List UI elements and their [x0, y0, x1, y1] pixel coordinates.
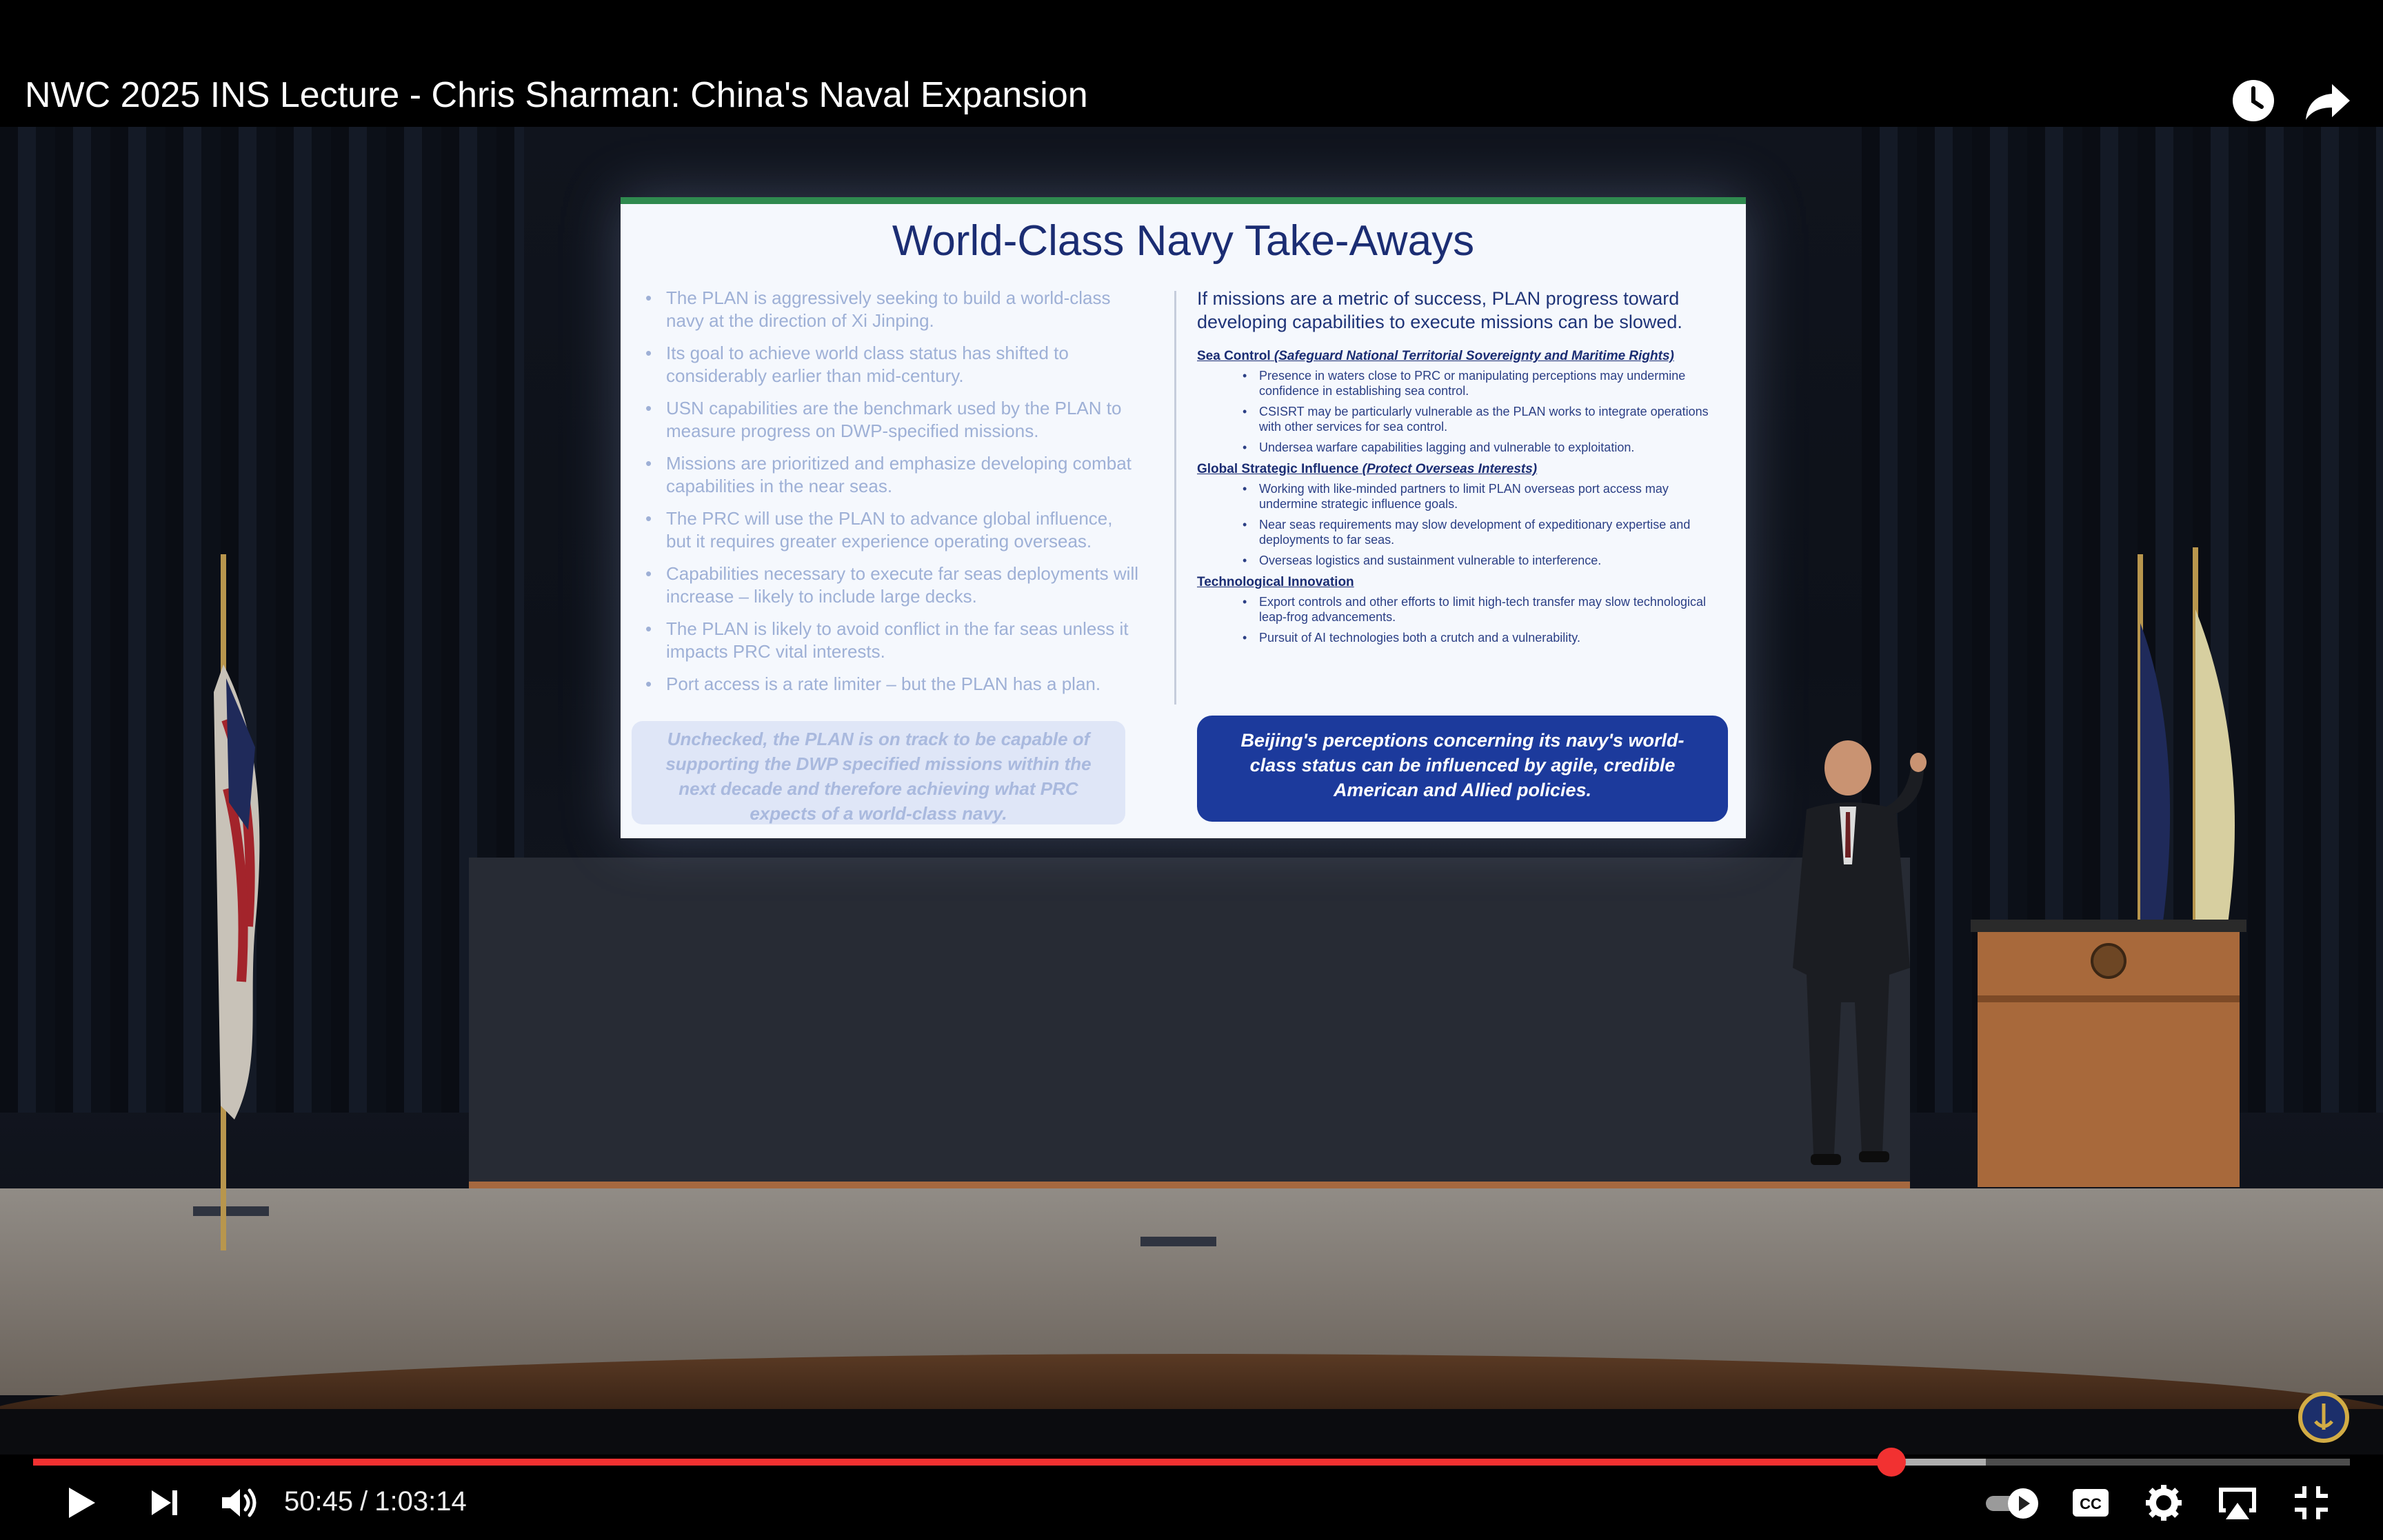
us-flag-icon [214, 554, 260, 1250]
list-item: Its goal to achieve world class status h… [643, 342, 1139, 387]
list-item: The PLAN is aggressively seeking to buil… [643, 287, 1139, 332]
slide-left-column: The PLAN is aggressively seeking to buil… [643, 287, 1139, 705]
duration: 1:03:14 [374, 1486, 467, 1517]
skip-next-icon [152, 1490, 177, 1515]
slide-right-callout: Beijing's perceptions concerning its nav… [1197, 716, 1728, 822]
share-arrow-icon [2306, 84, 2350, 120]
list-item: Capabilities necessary to execute far se… [643, 563, 1139, 608]
list-item: USN capabilities are the benchmark used … [643, 397, 1139, 443]
gear-icon [2146, 1485, 2182, 1521]
clock-icon [2233, 80, 2274, 121]
progress-bar[interactable] [33, 1448, 2350, 1477]
current-time: 50:45 [284, 1486, 354, 1517]
stage-marker [1140, 1237, 1216, 1246]
slide-title: World-Class Navy Take-Aways [892, 217, 1475, 265]
list-item: Working with like-minded partners to lim… [1197, 481, 1728, 511]
autoplay-toggle[interactable] [1982, 1481, 2044, 1525]
list-item: The PRC will use the PLAN to advance glo… [643, 507, 1139, 553]
presentation-slide: World-Class Navy Take-Aways The PLAN is … [621, 197, 1746, 838]
closed-captions-icon: CC [2073, 1489, 2109, 1517]
time-separator: / [360, 1486, 368, 1517]
autoplay-toggle-icon [1986, 1488, 2038, 1519]
progress-scrubber[interactable] [1876, 1448, 1906, 1477]
orchestra-pit [0, 1409, 2383, 1455]
slide-right-intro: If missions are a metric of success, PLA… [1197, 288, 1682, 332]
slide-left-callout: Unchecked, the PLAN is on track to be ca… [632, 721, 1125, 824]
list-item: Missions are prioritized and emphasize d… [643, 452, 1139, 498]
video-frame[interactable]: World-Class Navy Take-Aways The PLAN is … [0, 127, 2383, 1455]
time-display: 50:45/1:03:14 [284, 1486, 467, 1517]
volume-icon [222, 1488, 257, 1517]
next-button[interactable] [142, 1481, 186, 1525]
section-heading: Global Strategic Influence (Protect Over… [1197, 462, 1538, 476]
mute-button[interactable] [215, 1481, 263, 1525]
list-item: The PLAN is likely to avoid conflict in … [643, 618, 1139, 663]
list-item: Near seas requirements may slow developm… [1197, 517, 1728, 547]
share-button[interactable] [2302, 74, 2354, 127]
video-title[interactable]: NWC 2025 INS Lecture - Chris Sharman: Ch… [25, 74, 1088, 116]
list-item: Port access is a rate limiter – but the … [643, 673, 1139, 696]
list-item: Overseas logistics and sustainment vulne… [1197, 553, 1728, 568]
channel-watermark-icon[interactable] [2296, 1390, 2351, 1445]
airplay-button[interactable] [2213, 1481, 2262, 1525]
list-item: Undersea warfare capabilities lagging an… [1197, 440, 1728, 455]
list-item: Presence in waters close to PRC or manip… [1197, 368, 1728, 398]
captions-button[interactable]: CC [2069, 1481, 2113, 1525]
podium [1971, 920, 2246, 1187]
section-heading: Sea Control (Safeguard National Territor… [1197, 349, 1674, 363]
list-item: CSISRT may be particularly vulnerable as… [1197, 404, 1728, 434]
slide-right-column: If missions are a metric of success, PLA… [1197, 287, 1728, 651]
list-item: Pursuit of AI technologies both a crutch… [1197, 630, 1728, 645]
slide-divider [1174, 291, 1176, 705]
exit-fullscreen-button[interactable] [2289, 1481, 2333, 1525]
airplay-icon [2219, 1488, 2256, 1519]
settings-button[interactable] [2142, 1481, 2186, 1525]
stage-back-wall [469, 858, 1910, 1188]
play-icon [69, 1488, 95, 1518]
speaker-figure [1793, 740, 1927, 1165]
list-item: Export controls and other efforts to lim… [1197, 594, 1728, 625]
exit-fullscreen-icon [2295, 1486, 2328, 1519]
play-button[interactable] [58, 1481, 102, 1525]
progress-played [33, 1459, 1891, 1466]
svg-text:CC: CC [2080, 1495, 2102, 1512]
section-heading: Technological Innovation [1197, 575, 1354, 589]
video-player[interactable]: NWC 2025 INS Lecture - Chris Sharman: Ch… [0, 0, 2383, 1540]
watch-later-button[interactable] [2227, 74, 2280, 127]
